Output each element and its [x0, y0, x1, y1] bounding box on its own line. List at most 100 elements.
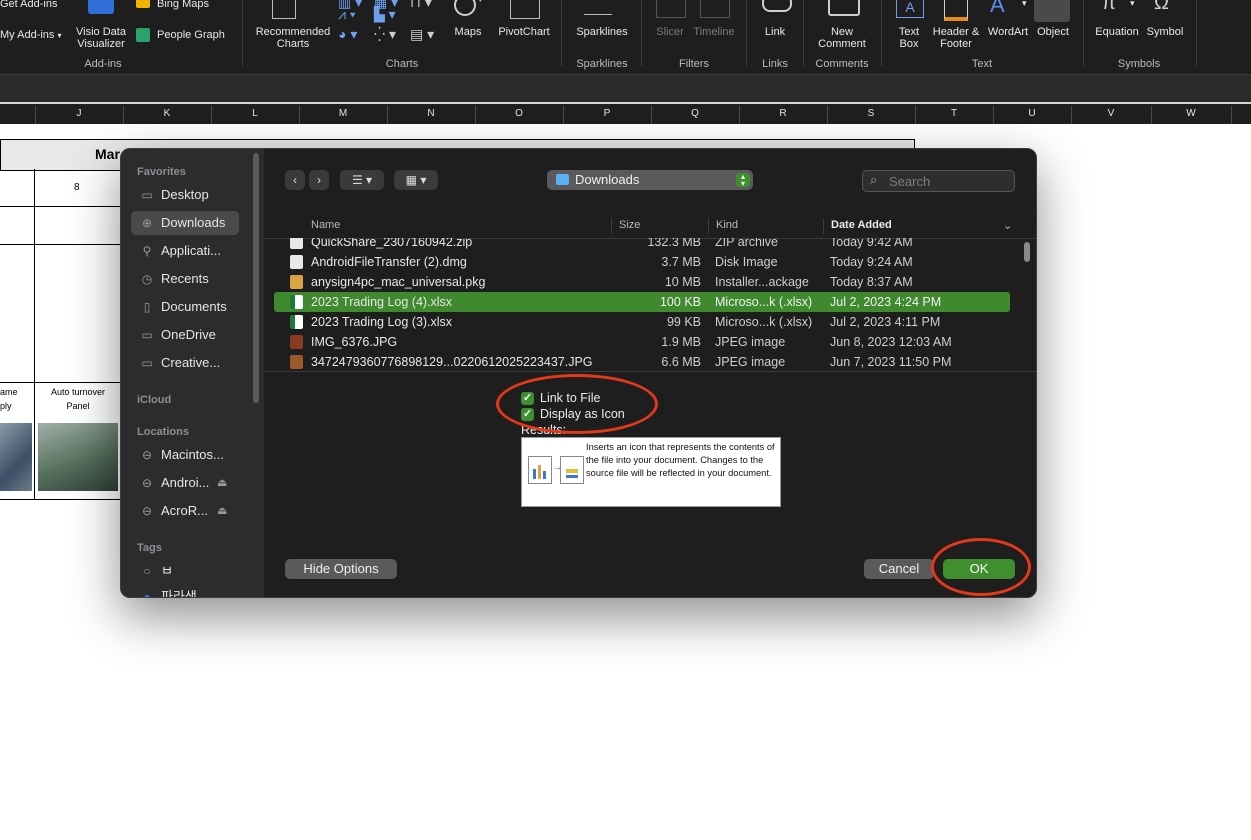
text-box-button[interactable]: Text Box [890, 26, 928, 50]
search-placeholder: Search [889, 174, 931, 189]
line-chart-icon[interactable]: ⩘ ▾ [338, 6, 356, 23]
slicer-button[interactable]: Slicer [650, 26, 690, 38]
column-header-name[interactable]: Name [311, 219, 340, 231]
column-header-l[interactable]: L [211, 108, 299, 119]
search-field[interactable]: ⌕ Search [862, 170, 1015, 192]
file-name: AndroidFileTransfer (2).dmg [311, 255, 467, 269]
column-header-m[interactable]: M [299, 108, 387, 119]
bing-maps-button[interactable]: Bing Maps [157, 0, 209, 10]
wordart-button[interactable]: WordArt [984, 26, 1032, 38]
file-list-header: Name Size Kind Date Added ⌄ [264, 214, 1036, 239]
column-header-s[interactable]: S [827, 108, 915, 119]
pivotchart-button[interactable]: PivotChart [494, 26, 554, 38]
maps-button[interactable]: Maps [448, 26, 488, 38]
sidebar-item-label: Documents [161, 299, 227, 314]
combo-chart-icon[interactable]: ▤ ▾ [410, 26, 434, 43]
file-list-scrollbar[interactable] [1024, 242, 1030, 262]
timeline-button[interactable]: Timeline [690, 26, 738, 38]
chevron-down-icon[interactable]: ▾ [478, 0, 483, 5]
results-description: Inserts an icon that represents the cont… [586, 442, 775, 478]
hide-options-button[interactable]: Hide Options [285, 559, 397, 579]
package-file-icon [290, 275, 303, 289]
sidebar-item-android[interactable]: ⊖ Androi... ⏏ [131, 471, 239, 495]
list-view-button[interactable]: ☰ ▾ [340, 170, 384, 190]
chart-document-icon [528, 456, 552, 484]
object-button[interactable]: Object [1032, 26, 1074, 38]
column-header-u[interactable]: U [993, 108, 1071, 119]
file-date: Jul 2, 2023 4:24 PM [830, 295, 942, 309]
link-button[interactable]: Link [755, 26, 795, 38]
file-row[interactable]: QuickShare_2307160942.zip 132.3 MB ZIP a… [274, 238, 1010, 252]
formula-bar[interactable] [0, 74, 1251, 103]
sidebar-item-onedrive[interactable]: ▭ OneDrive [131, 323, 239, 347]
ribbon-separator [1196, 0, 1197, 66]
forward-button[interactable]: › [309, 170, 329, 190]
column-header-t[interactable]: T [915, 108, 993, 119]
symbol-button[interactable]: Symbol [1144, 26, 1186, 38]
group-label-text: Text [971, 58, 993, 70]
file-row[interactable]: 3472479360776898129...0220612025223437.J… [274, 352, 1010, 370]
group-button[interactable]: ▦ ▾ [394, 170, 438, 190]
people-graph-button[interactable]: People Graph [157, 29, 225, 41]
column-header-o[interactable]: O [475, 108, 563, 119]
file-date: Jun 8, 2023 12:03 AM [830, 335, 952, 349]
chevron-down-icon[interactable]: ▾ [1022, 0, 1027, 9]
scatter-chart-icon[interactable]: ⁛ ▾ [374, 26, 396, 43]
column-header-j[interactable]: J [35, 108, 123, 119]
get-addins-button[interactable]: Get Add-ins [0, 0, 57, 10]
header-footer-icon [944, 0, 968, 21]
file-row[interactable]: 2023 Trading Log (3).xlsx 99 KB Microso.… [274, 312, 1010, 332]
document-line [566, 475, 578, 478]
column-header-date-added[interactable]: Date Added [831, 219, 892, 231]
column-header-p[interactable]: P [563, 108, 651, 119]
sidebar-item-creative[interactable]: ▭ Creative... [131, 351, 239, 375]
recents-icon: ◷ [141, 272, 153, 286]
sidebar-tag[interactable]: ● 파라색 [131, 585, 239, 597]
column-header-n[interactable]: N [387, 108, 475, 119]
column-separator [708, 218, 709, 234]
chevron-down-icon[interactable]: ▾ [1130, 0, 1135, 9]
file-row[interactable]: IMG_6376.JPG 1.9 MB JPEG image Jun 8, 20… [274, 332, 1010, 352]
column-header-r[interactable]: R [739, 108, 827, 119]
waterfall-chart-icon[interactable]: ⊓ ▾ [410, 0, 432, 11]
cancel-button[interactable]: Cancel [864, 559, 934, 579]
sidebar-scrollbar[interactable] [253, 153, 259, 403]
pivotchart-icon [510, 0, 540, 19]
eject-icon[interactable]: ⏏ [217, 471, 227, 495]
location-popup[interactable]: Downloads ▴ ▾ [547, 170, 753, 190]
sidebar-item-desktop[interactable]: ▭ Desktop [131, 183, 239, 207]
file-row[interactable]: anysign4pc_mac_universal.pkg 10 MB Insta… [274, 272, 1010, 292]
sparklines-button[interactable]: Sparklines [570, 26, 634, 38]
file-name: anysign4pc_mac_universal.pkg [311, 275, 486, 289]
column-header-size[interactable]: Size [619, 219, 640, 231]
column-header-q[interactable]: Q [651, 108, 739, 119]
header-footer-button[interactable]: Header & Footer [928, 26, 984, 50]
sidebar-item-downloads[interactable]: ⊕ Downloads [131, 211, 239, 235]
my-addins-button[interactable]: My Add-ins ▾ [0, 29, 62, 41]
recommended-charts-button[interactable]: Recommended Charts [250, 26, 336, 50]
sidebar-item-acror[interactable]: ⊖ AcroR... ⏏ [131, 499, 239, 523]
column-header-k[interactable]: K [123, 108, 211, 119]
visio-data-visualizer-button[interactable]: Visio Data Visualizer [72, 26, 130, 50]
sidebar-item-applications[interactable]: ⚲ Applicati... [131, 239, 239, 263]
file-kind: Microso...k (.xlsx) [715, 315, 813, 329]
chevron-down-icon[interactable]: ⌄ [1003, 219, 1012, 232]
sidebar-tag-label: ㅂ [161, 563, 173, 578]
file-kind: Disk Image [715, 255, 778, 269]
sidebar-item-macintosh[interactable]: ⊖ Macintos... [131, 443, 239, 467]
column-header-v[interactable]: V [1071, 108, 1151, 119]
sidebar-tag[interactable]: ○ ㅂ [131, 559, 239, 583]
pie-chart-icon[interactable]: ◕ ▾ [338, 26, 357, 43]
column-header-w[interactable]: W [1151, 108, 1231, 119]
equation-button[interactable]: Equation [1090, 26, 1144, 38]
file-row-selected[interactable]: 2023 Trading Log (4).xlsx 100 KB Microso… [274, 292, 1010, 312]
eject-icon[interactable]: ⏏ [217, 499, 227, 523]
sidebar-item-documents[interactable]: ▯ Documents [131, 295, 239, 319]
file-row[interactable]: AndroidFileTransfer (2).dmg 3.7 MB Disk … [274, 252, 1010, 272]
sidebar-item-recents[interactable]: ◷ Recents [131, 267, 239, 291]
file-list[interactable]: QuickShare_2307160942.zip 132.3 MB ZIP a… [274, 238, 1010, 370]
new-comment-button[interactable]: New Comment [812, 26, 872, 50]
statistic-chart-icon[interactable]: ▙ ▾ [374, 6, 396, 23]
back-button[interactable]: ‹ [285, 170, 305, 190]
column-header-kind[interactable]: Kind [716, 219, 738, 231]
